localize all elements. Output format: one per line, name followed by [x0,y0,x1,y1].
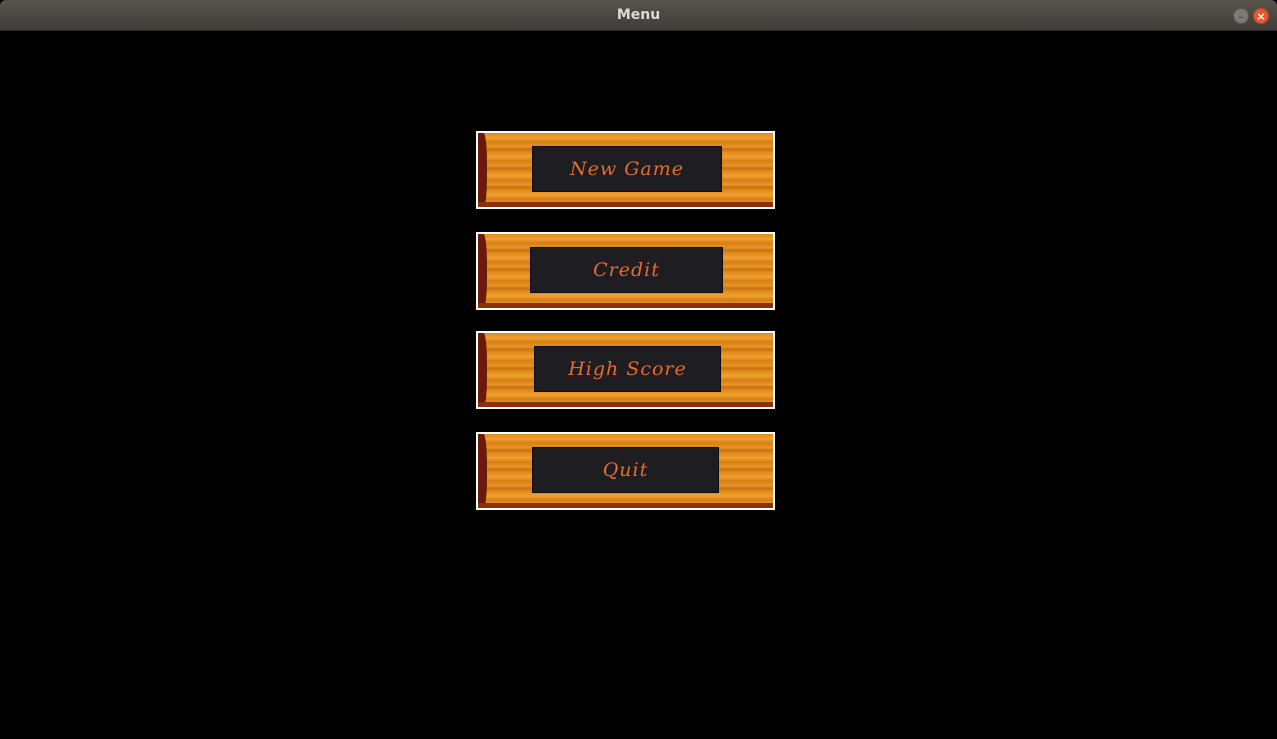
credit-panel: Credit [530,247,723,293]
quit-button[interactable]: Quit [476,432,775,510]
credit-label: Credit [593,259,660,281]
new-game-button[interactable]: New Game [476,131,775,209]
menu-area: New Game Credit High Score Quit [0,31,1277,739]
window-title: Menu [616,7,661,23]
quit-panel: Quit [532,447,719,493]
high-score-label: High Score [568,358,687,380]
high-score-button[interactable]: High Score [476,331,775,409]
quit-label: Quit [602,459,649,481]
game-window: Menu – × New Game Credit High Score Quit [0,0,1277,739]
minimize-icon[interactable]: – [1233,8,1249,24]
title-bar[interactable]: Menu – × [0,0,1277,31]
high-score-panel: High Score [534,346,721,392]
close-icon[interactable]: × [1253,8,1269,24]
new-game-panel: New Game [532,146,722,192]
credit-button[interactable]: Credit [476,232,775,310]
new-game-label: New Game [570,158,684,180]
